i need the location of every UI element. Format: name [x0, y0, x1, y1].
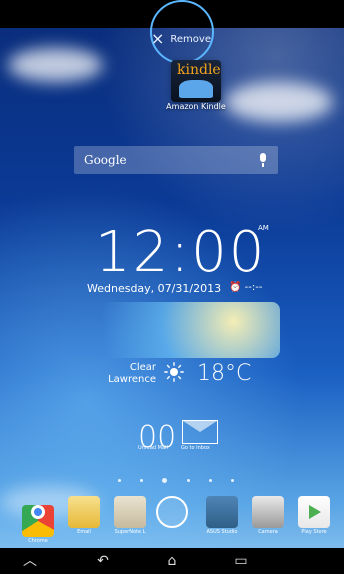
- weather-glow: [68, 302, 280, 358]
- weather-condition-block: Clear Lawrence: [104, 362, 156, 386]
- supernote-app[interactable]: SuperNote L: [110, 496, 150, 535]
- amazon-kindle-app-icon[interactable]: kindle: [171, 60, 221, 102]
- supernote-icon: [114, 496, 146, 528]
- go-to-inbox-label[interactable]: Go to Inbox: [181, 445, 210, 451]
- navigation-bar: ︿ ↶ ⌂ ▭: [0, 548, 344, 574]
- amazon-kindle-label: Amazon Kindle: [166, 102, 226, 111]
- weather-location: Lawrence: [108, 374, 156, 385]
- cloud-top-left: [8, 48, 103, 82]
- play-store-app[interactable]: Play Store: [294, 496, 334, 535]
- temperature: 18°C: [197, 361, 252, 386]
- supernote-app-label: SuperNote L: [114, 529, 146, 535]
- unread-mail-label: Unread Mail: [138, 445, 168, 451]
- asus-studio-icon: [206, 496, 238, 528]
- camera-app-label: Camera: [258, 529, 278, 535]
- play-store-label: Play Store: [301, 529, 327, 535]
- page-dot: [118, 479, 121, 482]
- alarm-status: ⏰ --:--: [229, 282, 262, 293]
- asus-studio-label: ASUS Studio: [206, 529, 238, 535]
- chrome-app-label: Chrome: [28, 538, 48, 544]
- mail-envelope-icon[interactable]: [182, 420, 218, 444]
- up-chevron-icon[interactable]: ︿: [18, 553, 42, 569]
- clock-time: 12:00: [95, 220, 267, 285]
- close-icon: ×: [151, 29, 165, 48]
- camera-app[interactable]: Camera: [248, 496, 288, 535]
- email-icon: [68, 496, 100, 528]
- page-dot: [140, 479, 144, 482]
- kindle-reader-image: [179, 80, 213, 98]
- alarm-time: --:--: [244, 282, 263, 293]
- email-app[interactable]: Email: [64, 496, 104, 535]
- all-apps-launcher[interactable]: [156, 496, 196, 529]
- back-icon[interactable]: ↶: [91, 553, 115, 569]
- email-app-label: Email: [77, 529, 91, 535]
- page-dot: [208, 479, 212, 482]
- alarm-icon: ⏰: [229, 282, 242, 293]
- recent-apps-icon[interactable]: ▭: [229, 553, 253, 569]
- clock-date: Wednesday, 07/31/2013: [87, 282, 222, 295]
- chrome-app[interactable]: Chrome: [18, 496, 58, 544]
- kindle-logo-text: kindle: [177, 62, 221, 78]
- microphone-icon[interactable]: [258, 153, 268, 167]
- sun-icon: [164, 362, 184, 382]
- app-drawer-icon: [156, 496, 188, 528]
- camera-icon: [252, 496, 284, 528]
- remove-drop-target[interactable]: × Remove: [151, 29, 211, 48]
- remove-label: Remove: [170, 33, 211, 45]
- page-dot: [230, 479, 234, 482]
- cloud-top-right: [225, 82, 333, 122]
- app-dock: Chrome Email SuperNote L ASUS Studio Cam…: [0, 496, 344, 548]
- google-search-bar[interactable]: Google: [74, 146, 278, 174]
- page-indicator: [118, 478, 234, 483]
- google-label: Google: [84, 153, 127, 167]
- home-screen: × Remove kindle Amazon Kindle Google 12:…: [0, 0, 344, 574]
- page-dot-active: [162, 478, 168, 483]
- asus-studio-app[interactable]: ASUS Studio: [202, 496, 242, 535]
- clock-ampm: AM: [258, 224, 269, 232]
- play-store-icon: [298, 496, 330, 528]
- weather-condition: Clear: [129, 362, 156, 373]
- home-icon[interactable]: ⌂: [160, 553, 184, 569]
- page-dot: [186, 479, 190, 482]
- chrome-icon: [22, 505, 54, 537]
